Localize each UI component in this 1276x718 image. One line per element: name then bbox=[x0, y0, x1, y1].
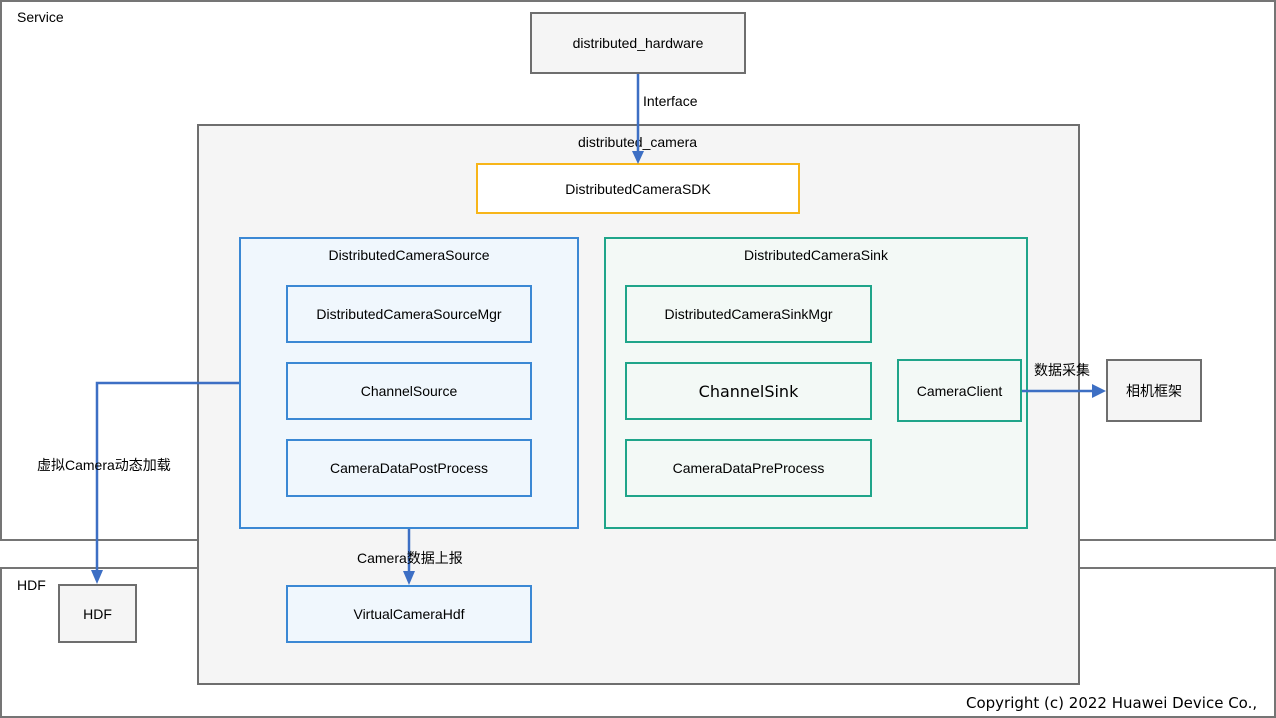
distributed-hardware-label: distributed_hardware bbox=[572, 35, 704, 51]
channel-source-node[interactable]: ChannelSource bbox=[286, 362, 532, 420]
source-group-title: DistributedCameraSource bbox=[328, 247, 490, 263]
sdk-label: DistributedCameraSDK bbox=[565, 180, 711, 197]
hdf-zone-label: HDF bbox=[17, 577, 46, 593]
hdf-node-label: HDF bbox=[83, 605, 112, 622]
sink-mgr-label: DistributedCameraSinkMgr bbox=[664, 306, 833, 322]
camera-data-report-edge-label: Camera数据上报 bbox=[357, 550, 463, 566]
camera-client-label: CameraClient bbox=[916, 382, 1003, 399]
hdf-node[interactable]: HDF bbox=[58, 584, 137, 643]
distributed-camera-sdk-node[interactable]: DistributedCameraSDK bbox=[476, 163, 800, 214]
virtual-camera-load-edge-label: 虚拟Camera动态加载 bbox=[37, 457, 171, 473]
sink-mgr-node[interactable]: DistributedCameraSinkMgr bbox=[625, 285, 872, 343]
camera-framework-node[interactable]: 相机框架 bbox=[1106, 359, 1202, 422]
interface-edge-label: Interface bbox=[643, 93, 698, 109]
distributed-camera-title: distributed_camera bbox=[578, 134, 698, 150]
post-process-label: CameraDataPostProcess bbox=[330, 460, 488, 476]
data-collect-edge-label: 数据采集 bbox=[1034, 362, 1090, 378]
source-mgr-node[interactable]: DistributedCameraSourceMgr bbox=[286, 285, 532, 343]
copyright-text: Copyright (c) 2022 Huawei Device Co., bbox=[966, 694, 1258, 712]
camera-client-node[interactable]: CameraClient bbox=[897, 359, 1022, 422]
sink-group-title: DistributedCameraSink bbox=[744, 247, 888, 263]
channel-sink-label: ChannelSink bbox=[698, 381, 799, 401]
source-mgr-label: DistributedCameraSourceMgr bbox=[316, 306, 502, 322]
camera-framework-label: 相机框架 bbox=[1126, 382, 1182, 399]
pre-process-label: CameraDataPreProcess bbox=[672, 460, 825, 476]
distributed-hardware-node[interactable]: distributed_hardware bbox=[530, 12, 746, 74]
service-zone-label: Service bbox=[17, 9, 64, 25]
post-process-node[interactable]: CameraDataPostProcess bbox=[286, 439, 532, 497]
channel-source-label: ChannelSource bbox=[360, 383, 458, 399]
virtual-camera-hdf-node[interactable]: VirtualCameraHdf bbox=[286, 585, 532, 643]
channel-sink-node[interactable]: ChannelSink bbox=[625, 362, 872, 420]
virtual-camera-hdf-label: VirtualCameraHdf bbox=[353, 606, 465, 622]
pre-process-node[interactable]: CameraDataPreProcess bbox=[625, 439, 872, 497]
